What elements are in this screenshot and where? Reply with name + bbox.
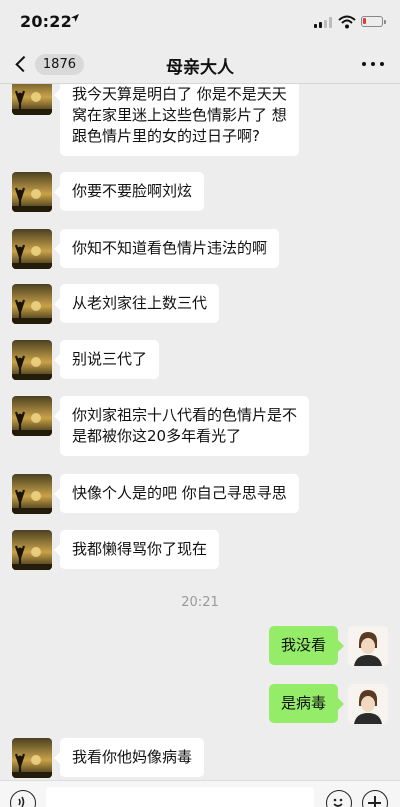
more-dots-icon bbox=[371, 62, 375, 66]
incoming-message-bubble[interactable]: 别说三代了 bbox=[53, 340, 160, 379]
avatar[interactable] bbox=[12, 474, 52, 514]
message-text-line: 窝在家里迷上这些色情影片了 想 bbox=[72, 106, 287, 124]
incoming-message-bubble[interactable]: 快像个人是的吧 你自己寻思寻思 bbox=[54, 474, 299, 513]
message-list[interactable]: 我今天算是明白了 你是不是天天 窝在家里迷上这些色情影片了 想跟色情片里的女的过日… bbox=[0, 84, 400, 780]
incoming-message-bubble[interactable]: 你知不知道看色情片违法的啊 bbox=[53, 229, 280, 268]
message-text-line: 你刘家祖宗十八代看的色情片是不 bbox=[72, 406, 298, 424]
plus-button[interactable] bbox=[362, 790, 388, 807]
more-dots-icon bbox=[362, 62, 366, 66]
avatar[interactable] bbox=[12, 738, 52, 778]
avatar[interactable] bbox=[12, 84, 52, 115]
chat-header: 1876 母亲大人 bbox=[0, 44, 400, 84]
incoming-message-bubble[interactable]: 我都懒得骂你了现在 bbox=[53, 530, 220, 569]
location-arrow-icon bbox=[70, 13, 80, 26]
message-text-line: 我今天算是明白了 你是不是天天 bbox=[72, 85, 287, 103]
avatar[interactable] bbox=[12, 284, 52, 324]
incoming-message-bubble[interactable]: 从老刘家往上数三代 bbox=[53, 284, 220, 323]
emoji-icon bbox=[333, 798, 343, 807]
message-text-line: 别说三代了 bbox=[72, 350, 148, 368]
message-input[interactable] bbox=[46, 787, 314, 807]
voice-button[interactable] bbox=[10, 790, 36, 807]
incoming-message-bubble[interactable]: 你刘家祖宗十八代看的色情片是不 是都被你这20多年看光了 bbox=[53, 396, 310, 456]
message-text-line: 跟色情片里的女的过日子啊? bbox=[72, 127, 260, 145]
incoming-message-bubble[interactable]: 我看你他妈像病毒 bbox=[53, 738, 205, 777]
avatar[interactable] bbox=[12, 172, 52, 212]
message-text-line: 我都懒得骂你了现在 bbox=[72, 540, 208, 558]
message-text-line: 你知不知道看色情片违法的啊 bbox=[72, 239, 268, 257]
chat-title: 母亲大人 bbox=[166, 58, 234, 78]
more-dots-icon bbox=[380, 62, 384, 66]
emoji-button[interactable] bbox=[326, 790, 352, 807]
time-separator: 20:21 bbox=[181, 595, 219, 610]
avatar[interactable] bbox=[12, 229, 52, 269]
outgoing-message-bubble[interactable]: 是病毒 bbox=[269, 684, 345, 723]
input-bar bbox=[0, 780, 400, 807]
incoming-message-bubble[interactable]: 你要不要脸啊刘炫 bbox=[53, 172, 205, 211]
avatar[interactable] bbox=[12, 340, 52, 380]
cellular-signal-icon bbox=[314, 17, 332, 28]
more-button[interactable] bbox=[362, 62, 384, 68]
avatar[interactable] bbox=[12, 396, 52, 436]
avatar[interactable] bbox=[12, 530, 52, 570]
message-text-line: 你要不要脸啊刘炫 bbox=[72, 182, 193, 200]
incoming-message-bubble[interactable]: 我今天算是明白了 你是不是天天 窝在家里迷上这些色情影片了 想跟色情片里的女的过日… bbox=[54, 84, 299, 156]
battery-fill bbox=[363, 18, 366, 24]
avatar[interactable] bbox=[348, 626, 388, 666]
battery-nub bbox=[384, 20, 386, 24]
avatar[interactable] bbox=[348, 684, 388, 724]
wifi-icon bbox=[338, 14, 356, 29]
message-text-line: 我看你他妈像病毒 bbox=[72, 748, 193, 766]
status-time: 20:22 bbox=[20, 12, 72, 31]
message-text-line: 我没看 bbox=[281, 636, 327, 654]
message-text-line: 是病毒 bbox=[281, 694, 327, 712]
battery-low-icon bbox=[361, 16, 386, 27]
outgoing-message-bubble[interactable]: 我没看 bbox=[269, 626, 345, 665]
message-text-line: 快像个人是的吧 你自己寻思寻思 bbox=[72, 484, 287, 502]
voice-icon bbox=[18, 796, 25, 807]
status-bar: 20:22 bbox=[0, 0, 400, 44]
message-text-line: 是都被你这20多年看光了 bbox=[72, 427, 242, 445]
message-text-line: 从老刘家往上数三代 bbox=[72, 294, 208, 312]
